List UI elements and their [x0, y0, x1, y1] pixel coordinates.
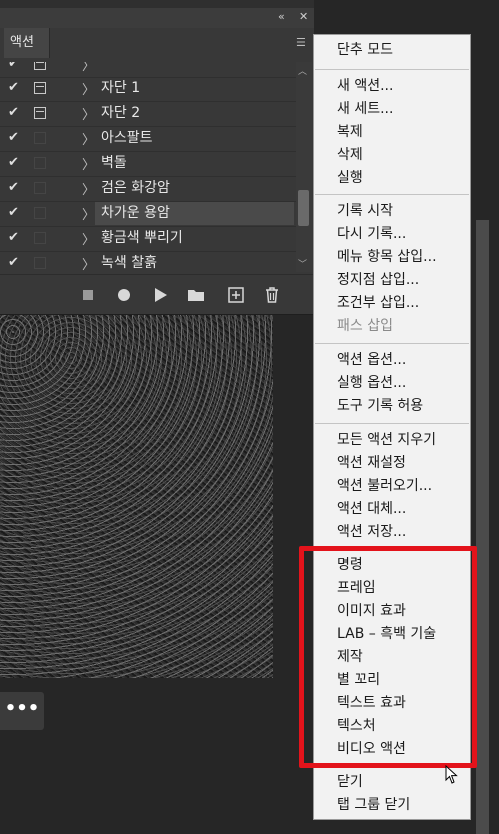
menu-item[interactable]: 실행 옵션... — [337, 372, 406, 394]
action-label: 검은 화강암 — [101, 180, 170, 196]
action-label — [95, 62, 294, 76]
play-triangle-icon[interactable] — [150, 285, 170, 305]
action-label: 아스팔트 — [101, 130, 153, 146]
chevron-right-icon[interactable]: 〉 — [82, 254, 95, 272]
menu-item[interactable]: 복제 — [337, 121, 363, 143]
menu-separator — [315, 343, 469, 344]
action-row[interactable]: ✔ 〉 — [0, 62, 296, 78]
action-label: 녹색 찰흙 — [101, 255, 157, 271]
tab-actions[interactable]: 액션 — [4, 28, 50, 58]
mouse-cursor-icon — [445, 764, 459, 789]
chevron-right-icon[interactable]: 〉 — [82, 62, 95, 74]
toggle-check-icon[interactable]: ✔ — [8, 105, 24, 120]
actions-panel: 액션 ☰ ✔ 〉 ✔ 〉 자단 1 ✔ 〉 자단 2 ✔ 〉 아스팔트 ✔ 〉 벽돌 ✔ 〉 검은 화강암 ✔ 〉 차… — [0, 28, 314, 315]
collapse-icon[interactable]: « — [278, 10, 285, 23]
menu-item[interactable]: 단추 모드 — [337, 39, 393, 61]
menu-item: 패스 삽입 — [337, 318, 393, 334]
dialog-toggle-icon[interactable] — [34, 132, 46, 144]
action-row[interactable]: ✔ 〉 차가운 용암 — [0, 202, 296, 227]
chevron-right-icon[interactable]: 〉 — [82, 79, 95, 98]
menu-item[interactable]: 도구 기록 허용 — [337, 395, 423, 417]
toggle-check-icon[interactable]: ✔ — [8, 180, 24, 195]
trash-icon[interactable] — [262, 285, 282, 305]
more-options-button[interactable]: ••• — [0, 692, 44, 730]
menu-item[interactable]: 메뉴 항목 삽입... — [337, 246, 437, 268]
menu-item[interactable]: 실행 — [337, 167, 363, 189]
chevron-right-icon[interactable]: 〉 — [82, 204, 95, 223]
menu-item[interactable]: 액션 재설정 — [337, 452, 406, 474]
menu-item[interactable]: 다시 기록... — [337, 223, 406, 245]
toggle-check-icon[interactable]: ✔ — [8, 230, 24, 245]
panel-menu-icon[interactable]: ☰ — [296, 36, 306, 49]
dialog-toggle-icon[interactable] — [34, 62, 46, 70]
toggle-check-icon[interactable]: ✔ — [8, 130, 24, 145]
menu-item[interactable]: 새 액션... — [337, 75, 393, 97]
scroll-up-icon[interactable]: ︿ — [298, 64, 307, 77]
right-scrollbar[interactable] — [476, 220, 489, 834]
chevron-right-icon[interactable]: 〉 — [82, 229, 95, 248]
actions-scrollbar[interactable]: ︿ ﹀ — [296, 62, 312, 272]
dialog-toggle-icon[interactable] — [34, 107, 46, 119]
dialog-toggle-icon[interactable] — [34, 157, 46, 169]
menu-separator — [315, 69, 469, 70]
menu-separator — [315, 423, 469, 424]
toggle-check-icon[interactable]: ✔ — [8, 155, 24, 170]
action-row[interactable]: ✔ 〉 녹색 찰흙 — [0, 252, 296, 272]
close-icon[interactable]: ✕ — [299, 10, 308, 23]
dialog-toggle-icon[interactable] — [34, 207, 46, 219]
panel-title-bar: « ✕ — [0, 8, 314, 29]
action-label: 차가운 용암 — [95, 202, 294, 225]
dialog-toggle-icon[interactable] — [34, 182, 46, 194]
action-label: 자단 1 — [101, 80, 141, 96]
menu-item[interactable]: 조건부 삽입... — [337, 292, 419, 314]
toggle-check-icon[interactable]: ✔ — [8, 80, 24, 95]
action-label: 벽돌 — [101, 155, 127, 171]
menu-item[interactable]: 액션 불러오기... — [337, 475, 432, 497]
menu-item[interactable]: 모든 액션 지우기 — [337, 429, 436, 451]
menu-item[interactable]: 액션 저장... — [337, 521, 406, 543]
action-row[interactable]: ✔ 〉 아스팔트 — [0, 127, 296, 152]
folder-icon[interactable] — [186, 285, 206, 305]
menu-item[interactable]: 액션 옵션... — [337, 349, 406, 371]
action-row[interactable]: ✔ 〉 벽돌 — [0, 152, 296, 177]
record-circle-icon[interactable] — [114, 285, 134, 305]
dialog-toggle-icon[interactable] — [34, 82, 46, 94]
action-row[interactable]: ✔ 〉 자단 2 — [0, 102, 296, 127]
menu-item[interactable]: 액션 대체... — [337, 498, 406, 520]
menu-item[interactable]: 새 세트... — [337, 98, 393, 120]
action-row[interactable]: ✔ 〉 검은 화강암 — [0, 177, 296, 202]
action-label: 자단 2 — [101, 105, 141, 121]
menu-item[interactable]: 닫기 — [337, 771, 363, 793]
chevron-right-icon[interactable]: 〉 — [82, 104, 95, 123]
toggle-check-icon[interactable]: ✔ — [8, 255, 24, 270]
new-action-icon[interactable] — [226, 285, 246, 305]
menu-item[interactable]: 정지점 삽입... — [337, 269, 419, 291]
menu-item[interactable]: 기록 시작 — [337, 200, 393, 222]
scroll-thumb[interactable] — [298, 190, 309, 226]
highlight-box — [299, 546, 477, 768]
toggle-check-icon[interactable]: ✔ — [8, 62, 24, 71]
actions-list: ✔ 〉 ✔ 〉 자단 1 ✔ 〉 자단 2 ✔ 〉 아스팔트 ✔ 〉 벽돌 ✔ 〉 검은 화강암 ✔ 〉 차가운 용암… — [0, 62, 296, 272]
chevron-right-icon[interactable]: 〉 — [82, 129, 95, 148]
chevron-right-icon[interactable]: 〉 — [82, 179, 95, 198]
dialog-toggle-icon[interactable] — [34, 257, 46, 269]
chevron-right-icon[interactable]: 〉 — [82, 154, 95, 173]
canvas-texture-image — [0, 315, 273, 678]
stop-square-icon[interactable] — [78, 285, 98, 305]
action-label: 황금색 뿌리기 — [101, 230, 183, 246]
action-row[interactable]: ✔ 〉 자단 1 — [0, 77, 296, 102]
action-row[interactable]: ✔ 〉 황금색 뿌리기 — [0, 227, 296, 252]
menu-item[interactable]: 삭제 — [337, 144, 363, 166]
menu-separator — [315, 194, 469, 195]
dialog-toggle-icon[interactable] — [34, 232, 46, 244]
scroll-down-icon[interactable]: ﹀ — [298, 257, 307, 270]
menu-item[interactable]: 탭 그룹 닫기 — [337, 794, 410, 816]
actions-toolbar — [0, 274, 314, 315]
toggle-check-icon[interactable]: ✔ — [8, 205, 24, 220]
